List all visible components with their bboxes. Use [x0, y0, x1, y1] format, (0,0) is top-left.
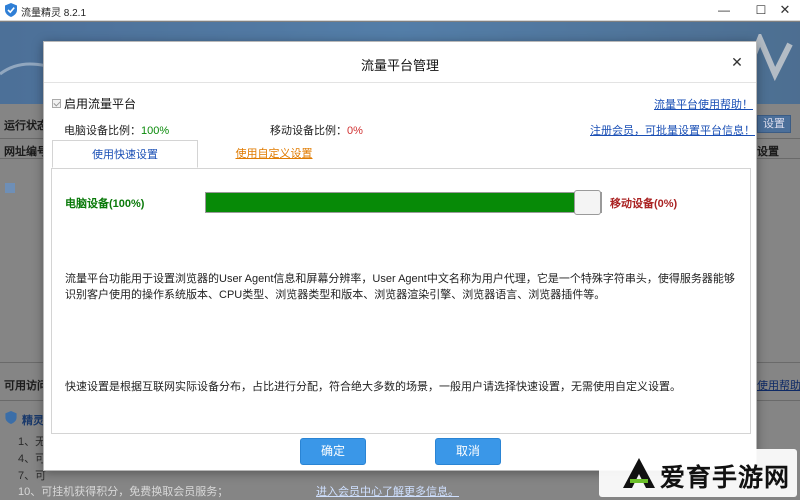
- member-center-link[interactable]: 进入会员中心了解更多信息。: [316, 483, 459, 499]
- user-agent-description: 流量平台功能用于设置浏览器的User Agent信息和屏幕分辨率，User Ag…: [65, 273, 735, 301]
- mobile-ratio-label: 移动设备比例：: [270, 125, 347, 137]
- dialog-close-button[interactable]: ✕: [726, 52, 748, 74]
- checkbox-checked-icon[interactable]: [52, 99, 61, 108]
- pc-ratio-label: 电脑设备比例：: [64, 125, 141, 137]
- settings-column-header: 设置: [757, 146, 779, 158]
- watermark-text: 爱育手游网: [660, 464, 791, 492]
- bg-setting-button[interactable]: 设置: [757, 115, 791, 133]
- tab-quick-settings[interactable]: 使用快速设置: [52, 140, 198, 168]
- platform-help-link[interactable]: 流量平台使用帮助！: [654, 96, 753, 112]
- register-member-link[interactable]: 注册会员，可批量设置平台信息！: [590, 122, 755, 138]
- usage-help-link[interactable]: 使用帮助: [757, 377, 800, 393]
- slider-thumb[interactable]: [574, 190, 601, 215]
- url-id-column-header: 网址编号: [4, 146, 48, 158]
- watermark-logo-icon: [621, 457, 657, 492]
- elf-panel-title: 精灵: [22, 415, 44, 427]
- run-status-label: 运行状态: [4, 120, 48, 132]
- watermark: 爱育手游网: [599, 449, 797, 497]
- main-window-titlebar: 流量精灵 8.2.1 — ☐ ✕: [0, 0, 800, 21]
- tab-custom-settings[interactable]: 使用自定义设置: [234, 140, 314, 168]
- list-item: 1、无: [18, 436, 47, 448]
- dialog-title: 流量平台管理: [360, 58, 439, 73]
- tree-icon: [5, 182, 15, 196]
- pc-ratio: 电脑设备比例：100%: [64, 122, 169, 138]
- app-shield-icon: [5, 3, 17, 20]
- device-ratio-slider[interactable]: [205, 190, 602, 215]
- pc-ratio-value: 100%: [141, 125, 170, 137]
- enable-platform-label: 启用流量平台: [64, 97, 137, 111]
- mobile-ratio: 移动设备比例：0%: [270, 122, 363, 138]
- mobile-ratio-value: 0%: [347, 125, 363, 137]
- list-item: 10、可挂机获得积分，免费换取会员服务；: [18, 486, 229, 498]
- app-title: 流量精灵 8.2.1: [21, 8, 87, 19]
- minimize-button[interactable]: —: [705, 0, 743, 21]
- quick-settings-panel: 电脑设备(100%) 移动设备(0%) 流量平台功能用于设置浏览器的User A…: [51, 168, 751, 434]
- traffic-platform-dialog: 流量平台管理 ✕ 启用流量平台 流量平台使用帮助！ 电脑设备比例：100% 移动…: [43, 41, 757, 471]
- pc-device-label: 电脑设备(100%): [65, 198, 145, 210]
- mobile-device-label: 移动设备(0%): [610, 198, 678, 210]
- quick-settings-description: 快速设置是根据互联网实际设备分布，占比进行分配，符合绝大多数的场景，一般用户请选…: [65, 381, 681, 393]
- enable-platform-checkbox[interactable]: 启用流量平台: [52, 95, 136, 112]
- cancel-button[interactable]: 取消: [435, 438, 501, 465]
- slider-fill: [206, 193, 574, 212]
- dialog-divider: [44, 82, 756, 83]
- ok-button[interactable]: 确定: [300, 438, 366, 465]
- available-access-label: 可用访问: [4, 380, 48, 392]
- close-window-button[interactable]: ✕: [770, 0, 800, 21]
- elf-shield-icon: [5, 411, 17, 427]
- list-item: 4、可: [18, 453, 47, 465]
- list-item: 7、可: [18, 470, 47, 482]
